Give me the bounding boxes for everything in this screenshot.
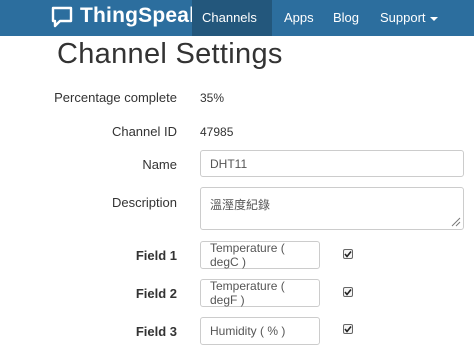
field-3-checkbox[interactable] xyxy=(343,324,353,334)
name-input-value: DHT11 xyxy=(210,156,248,171)
brand-logo-text[interactable]: ThingSpeak xyxy=(80,4,201,28)
description-textarea[interactable]: 溫溼度紀錄 xyxy=(200,187,464,230)
description-textarea-value: 溫溼度紀錄 xyxy=(210,198,271,212)
nav-support[interactable]: Support xyxy=(370,0,448,36)
nav-apps[interactable]: Apps xyxy=(274,0,324,36)
chevron-down-icon xyxy=(429,16,438,21)
field-1-input[interactable]: Temperature ( degC ) xyxy=(200,241,320,269)
resize-grip-icon[interactable] xyxy=(451,217,461,227)
field-2-label: Field 2 xyxy=(135,286,177,301)
description-label: Description xyxy=(111,195,177,210)
checkmark-icon xyxy=(344,326,352,333)
nav-channels[interactable]: Channels xyxy=(192,0,272,57)
name-input[interactable]: DHT11 xyxy=(200,150,464,177)
percentage-complete-label: Percentage complete xyxy=(54,90,177,105)
channel-id-value: 47985 xyxy=(200,125,234,139)
page-title: Channel Settings xyxy=(57,38,283,70)
percentage-complete-value: 35% xyxy=(200,91,225,105)
nav-channels-label: Channels xyxy=(202,10,257,25)
channel-id-label: Channel ID xyxy=(111,124,177,139)
name-label: Name xyxy=(142,157,177,172)
field-2-checkbox[interactable] xyxy=(343,287,353,297)
field-1-label: Field 1 xyxy=(135,248,177,263)
field-3-label: Field 3 xyxy=(135,324,177,339)
nav-apps-label: Apps xyxy=(284,10,314,25)
field-1-checkbox[interactable] xyxy=(343,249,353,259)
nav-blog[interactable]: Blog xyxy=(323,0,369,36)
nav-blog-label: Blog xyxy=(333,10,360,25)
field-3-input-value: Humidity ( % ) xyxy=(210,324,286,338)
chat-bubble-logo-icon xyxy=(51,6,73,28)
field-3-input[interactable]: Humidity ( % ) xyxy=(200,317,320,345)
checkmark-icon xyxy=(344,289,352,296)
field-2-input[interactable]: Temperature ( degF ) xyxy=(200,279,320,307)
field-1-input-value: Temperature ( degC ) xyxy=(210,241,285,269)
field-2-input-value: Temperature ( degF ) xyxy=(210,279,285,307)
nav-support-label: Support xyxy=(380,10,426,25)
checkmark-icon xyxy=(344,251,352,258)
top-navbar: ThingSpeak Channels Apps Blog Support xyxy=(0,0,474,57)
